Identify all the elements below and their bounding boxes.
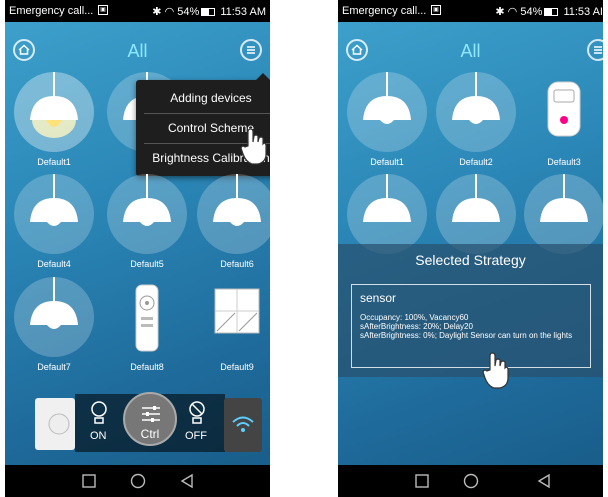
lamp-icon: [30, 174, 78, 226]
battery-percent: 54%: [520, 6, 543, 18]
ctrl-label: Ctrl: [140, 427, 160, 441]
device-tile[interactable]: Default5: [107, 174, 187, 274]
wifi-icon: [232, 416, 254, 432]
lamp-icon: [452, 174, 500, 222]
menu-icon: [247, 46, 255, 54]
battery-percent: 54%: [177, 6, 200, 18]
lamp-icon: [540, 174, 588, 222]
device-label: Default4: [37, 259, 71, 269]
device-label: Default1: [370, 157, 404, 167]
selected-strategy-panel: Selected Strategy sensor Occupancy: 100%…: [338, 244, 603, 377]
clock: 11:53 AM: [220, 6, 266, 18]
strategy-detail: Occupancy: 100%, Vacancy60: [360, 313, 469, 322]
switch-button-icon: [48, 413, 70, 435]
nav-circle-icon[interactable]: [451, 465, 491, 497]
hand-pointer-icon: [240, 128, 267, 165]
nav-square-icon[interactable]: [69, 465, 109, 497]
lamp-icon: [452, 72, 500, 124]
device-label: Default5: [130, 259, 164, 269]
bulb-off-icon: [189, 401, 205, 424]
nav-back-icon[interactable]: [524, 465, 564, 497]
device-tile[interactable]: Default2: [436, 72, 516, 172]
phone-screen-left: Emergency call... ▣ ✱ ◠ 54% 11:53 AM All…: [5, 0, 270, 497]
device-label: Default3: [547, 157, 581, 167]
switch-panel-icon: [214, 288, 260, 334]
image-notification-icon: ▣: [431, 5, 441, 15]
strategy-detail: sAfterBrightness: 0%; Daylight Sensor ca…: [360, 331, 573, 340]
lamp-icon: [363, 72, 411, 124]
top-bar: All: [5, 33, 270, 69]
wifi-button[interactable]: [224, 398, 262, 452]
menu-icon: [594, 46, 602, 54]
wifi-status-icon: ◠: [507, 6, 518, 18]
strategy-name: sensor: [360, 291, 397, 305]
menu-item-adding-devices[interactable]: Adding devices: [136, 83, 270, 113]
wall-switch[interactable]: [35, 398, 75, 450]
status-bar: Emergency call... ▣ ✱ ◠ 54% 11:53 AM: [5, 0, 270, 22]
nav-bar: [5, 465, 270, 497]
strategy-detail: sAfterBrightness: 20%; Delay20: [360, 322, 473, 331]
page-title: All: [127, 41, 148, 61]
device-tile[interactable]: Default3: [524, 72, 603, 172]
device-tile[interactable]: Default7: [14, 277, 94, 377]
phone-screen-right: Emergency call... ▣ ✱ ◠ 54% 11:53 AI All…: [338, 0, 603, 497]
sensor-icon: [547, 81, 581, 137]
nav-circle-icon[interactable]: [118, 465, 158, 497]
device-tile[interactable]: Default9: [197, 277, 270, 377]
off-button[interactable]: OFF: [185, 430, 207, 442]
nav-bar: [338, 465, 603, 497]
clock: 11:53 AI: [563, 6, 603, 18]
strategy-option[interactable]: sensor Occupancy: 100%, Vacancy60 sAfter…: [351, 284, 591, 368]
device-label: Default1: [37, 157, 71, 167]
lamp-icon: [123, 174, 171, 226]
status-title: Emergency call...: [9, 5, 94, 17]
image-notification-icon: ▣: [98, 5, 108, 15]
control-bar: ON Ctrl OFF: [75, 392, 225, 452]
bulb-on-icon: [91, 401, 107, 424]
device-label: Default9: [220, 362, 254, 372]
sliders-icon: [142, 406, 160, 422]
bluetooth-icon: ✱: [152, 6, 162, 18]
bluetooth-icon: ✱: [495, 6, 505, 18]
lamp-icon: [30, 277, 78, 329]
wifi-status-icon: ◠: [164, 6, 175, 18]
ctrl-button[interactable]: Ctrl: [123, 392, 177, 446]
on-button[interactable]: ON: [90, 430, 107, 442]
device-tile[interactable]: Default1: [347, 72, 427, 172]
nav-square-icon[interactable]: [402, 465, 442, 497]
device-tile[interactable]: Default1: [14, 72, 94, 172]
status-title: Emergency call...: [342, 5, 427, 17]
lamp-icon: [363, 174, 411, 222]
remote-icon: [135, 284, 159, 352]
device-tile[interactable]: Default8: [107, 277, 187, 377]
menu-button[interactable]: [240, 39, 262, 61]
device-tile[interactable]: Default4: [14, 174, 94, 274]
status-bar: Emergency call... ▣ ✱ ◠ 54% 11:53 AI: [338, 0, 603, 22]
lamp-icon: [30, 72, 78, 138]
device-tile[interactable]: Default6: [197, 174, 270, 274]
page-title: All: [460, 41, 481, 61]
nav-back-icon[interactable]: [167, 465, 207, 497]
strategy-heading: Selected Strategy: [415, 252, 526, 268]
top-bar: All: [338, 33, 603, 69]
device-label: Default6: [220, 259, 254, 269]
menu-button[interactable]: [587, 39, 603, 61]
battery-icon: [544, 8, 559, 17]
lamp-icon: [213, 174, 261, 226]
device-label: Default8: [130, 362, 164, 372]
hand-pointer-icon: [482, 352, 509, 389]
battery-icon: [201, 8, 216, 17]
device-label: Default7: [37, 362, 71, 372]
device-label: Default2: [459, 157, 493, 167]
